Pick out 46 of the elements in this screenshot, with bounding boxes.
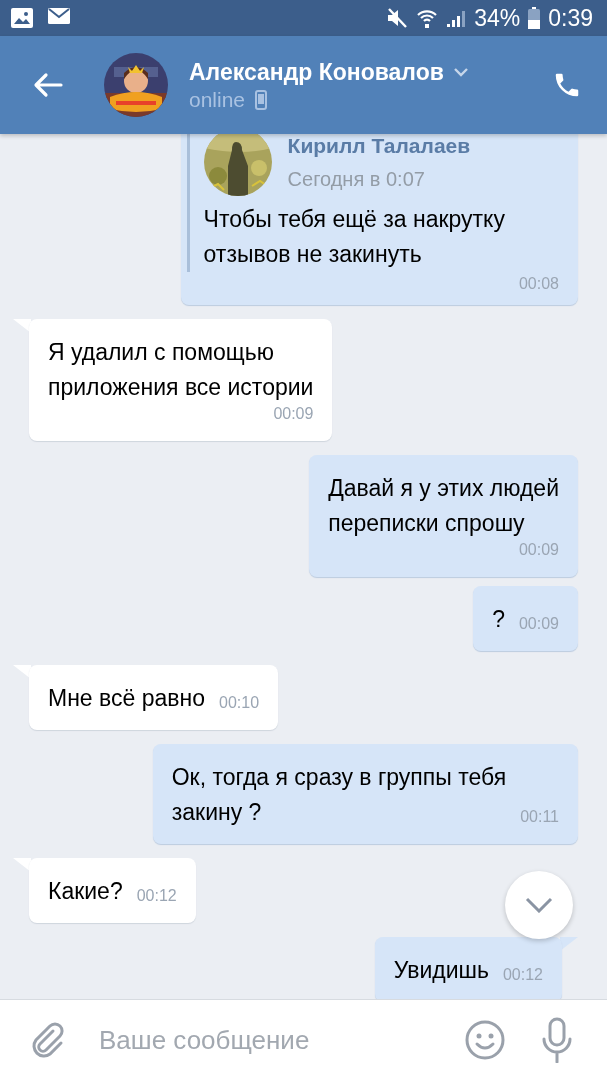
chevron-down-icon xyxy=(525,897,553,913)
mail-icon xyxy=(48,7,70,25)
message-text: Ок, тогда я сразу в группы тебя закину ? xyxy=(171,763,507,827)
message-time: 00:10 xyxy=(219,693,260,713)
message-text: Какие? xyxy=(48,877,123,906)
mute-icon xyxy=(386,8,409,28)
clock: 0:39 xyxy=(548,4,593,32)
message-text: Я удалил с помощью приложения все истории xyxy=(48,338,314,402)
battery-icon xyxy=(528,7,541,29)
message-time: 00:09 xyxy=(273,404,314,424)
forwarded-message[interactable]: Кирилл Талалаев Сегодня в 0:07 Чтобы тебя ещё за накрутку отзывов не закинуть xyxy=(186,134,559,272)
message-bubble[interactable]: Увидишь 00:12 xyxy=(374,937,562,999)
message-bubble[interactable]: ? 00:09 xyxy=(473,586,578,651)
message-bubble[interactable]: Ок, тогда я сразу в группы тебя закину ? 00:11 xyxy=(152,744,578,844)
message-text: Увидишь xyxy=(393,956,489,985)
contact-name[interactable]: Александр Коновалов xyxy=(189,58,444,86)
chevron-down-icon[interactable] xyxy=(453,67,468,77)
message-text: ? xyxy=(492,605,505,634)
scroll-down-button[interactable] xyxy=(505,871,573,939)
message-time: 00:09 xyxy=(518,540,559,560)
message-text: Чтобы тебя ещё за накрутку отзывов не закинуть xyxy=(203,205,506,269)
microphone-icon xyxy=(541,1017,573,1063)
back-arrow-icon xyxy=(33,72,63,98)
signal-icon xyxy=(446,8,467,28)
message-bubble[interactable]: Кирилл Талалаев Сегодня в 0:07 Чтобы тебя ещё за накрутку отзывов не закинуть 00:08 xyxy=(180,134,578,305)
smiley-icon xyxy=(465,1020,505,1060)
message-time: 00:11 xyxy=(520,807,559,827)
message-bubble[interactable]: Мне всё равно 00:10 xyxy=(29,665,279,730)
message-time: 00:12 xyxy=(136,886,177,906)
battery-percentage: 34% xyxy=(474,4,521,32)
message-bubble[interactable]: Я удалил с помощью приложения все истории 00:09 xyxy=(29,319,333,441)
paperclip-icon xyxy=(31,1021,65,1059)
wifi-icon xyxy=(416,7,439,29)
emoji-button[interactable] xyxy=(463,1018,507,1062)
forwarded-date: Сегодня в 0:07 xyxy=(287,167,426,191)
message-bubble[interactable]: Давай я у этих людей переписки спрошу 00:09 xyxy=(309,455,578,577)
image-icon xyxy=(10,7,34,29)
message-text: Давай я у этих людей переписки спрошу xyxy=(328,474,559,538)
online-status: online xyxy=(189,87,246,112)
phone-device-icon xyxy=(255,89,268,110)
message-time: 00:09 xyxy=(518,614,559,634)
message-bubble[interactable]: Какие? 00:12 xyxy=(29,858,196,923)
message-time: 00:12 xyxy=(502,965,543,985)
forwarded-author: Кирилл Талалаев xyxy=(287,134,471,158)
message-time: 00:08 xyxy=(518,274,559,294)
message-text: Мне всё равно xyxy=(48,684,205,713)
